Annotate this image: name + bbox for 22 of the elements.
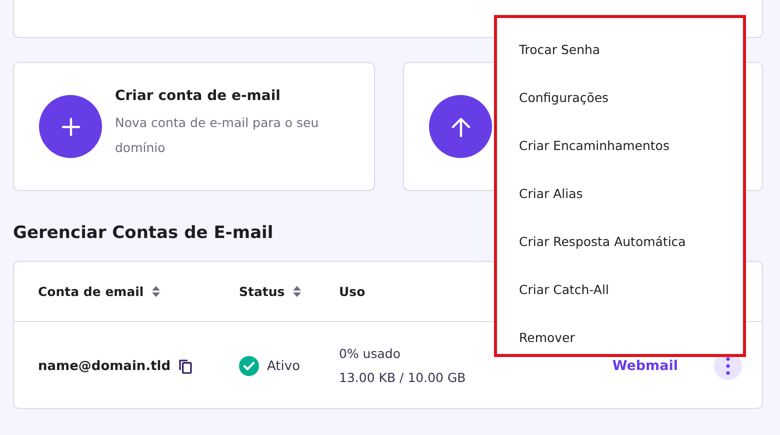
menu-item[interactable]: Criar Alias bbox=[519, 170, 743, 218]
card-title: Criar conta de e-mail bbox=[115, 88, 282, 104]
menu-item[interactable]: Configurações bbox=[519, 74, 743, 122]
card-description: Nova conta de e-mail para o seu domínio bbox=[115, 114, 320, 156]
sort-icon[interactable] bbox=[292, 286, 301, 297]
column-header: Uso bbox=[339, 284, 366, 299]
menu-item[interactable]: Criar Encaminhamentos bbox=[519, 122, 743, 170]
column-header[interactable]: Conta de email bbox=[38, 284, 144, 299]
email-address: name@domain.tld bbox=[38, 358, 171, 374]
status-text: Ativo bbox=[267, 358, 300, 374]
copy-icon[interactable] bbox=[178, 358, 192, 374]
section-title: Gerenciar Contas de E-mail bbox=[13, 222, 274, 245]
menu-item[interactable]: Criar Resposta Automática bbox=[519, 218, 743, 266]
usage-amount: 13.00 KB / 10.00 GB bbox=[339, 369, 466, 387]
webmail-link[interactable]: Webmail bbox=[612, 358, 678, 374]
menu-item[interactable]: Criar Catch-All bbox=[519, 266, 743, 314]
menu-item[interactable]: Trocar Senha bbox=[519, 26, 743, 74]
vertical-dots-icon bbox=[726, 357, 730, 375]
column-header[interactable]: Status bbox=[239, 284, 285, 299]
sort-icon[interactable] bbox=[152, 286, 160, 297]
action-card[interactable]: Criar conta de e-mail Nova conta de e-mail para o seu domínio bbox=[13, 62, 375, 191]
usage-percent: 0% usado bbox=[339, 345, 400, 363]
